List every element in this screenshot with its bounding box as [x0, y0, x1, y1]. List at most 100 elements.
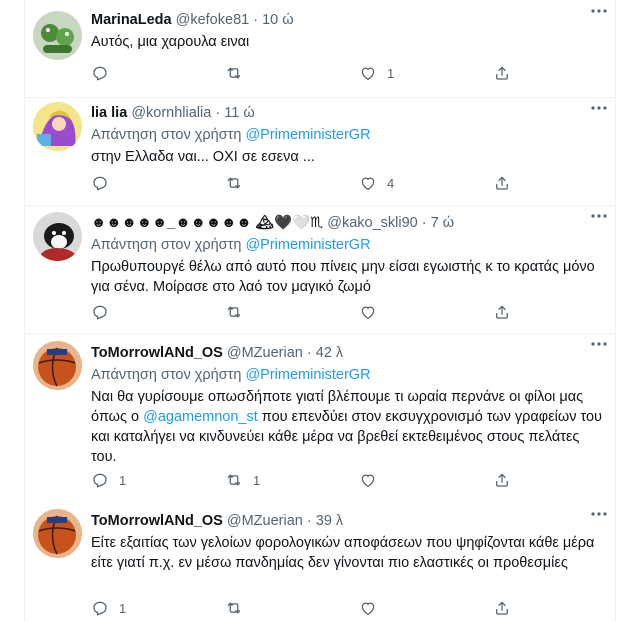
- like-button[interactable]: 1: [359, 62, 394, 84]
- like-button[interactable]: 4: [359, 172, 394, 194]
- tweet-text: Πρωθυπουργέ θέλω από αυτό που πίνεις μην…: [91, 259, 595, 295]
- tweet-header: ToMorrowlANd_OS @MZuerian · 42 λ: [91, 343, 603, 363]
- like-button[interactable]: [359, 301, 387, 323]
- display-name[interactable]: lia lia: [91, 105, 127, 121]
- share-icon: [496, 473, 508, 487]
- tweet-text: Είτε εξαιτίας των γελοίων φορολογικών απ…: [91, 535, 595, 571]
- tweet-header: ☻☻☻☻☻_☻☻☻☻☻ 🏔🖤🤍♏ @kako_skli90 · 7 ώ: [91, 213, 603, 233]
- share-button[interactable]: [493, 172, 511, 194]
- avatar[interactable]: [33, 509, 82, 558]
- more-icon[interactable]: [589, 4, 609, 18]
- share-button[interactable]: [493, 597, 511, 619]
- user-handle[interactable]: @kornhlialia: [131, 105, 211, 121]
- reply-prefix: Απάντηση στον χρήστη: [91, 367, 242, 383]
- share-icon: [496, 305, 508, 319]
- like-button[interactable]: [359, 597, 387, 619]
- tweet[interactable]: ToMorrowlANd_OS @MZuerian · 39 λ Είτε εξ…: [25, 503, 615, 621]
- user-handle[interactable]: @kako_skli90: [327, 215, 417, 231]
- retweet-icon: [227, 67, 241, 79]
- reply-icon: [93, 473, 107, 488]
- timestamp[interactable]: 7 ώ: [431, 215, 454, 231]
- like-count: 1: [387, 65, 395, 81]
- tweet-header: lia lia @kornhlialia · 11 ώ: [91, 103, 603, 123]
- share-button[interactable]: [493, 301, 511, 323]
- retweet-icon: [227, 474, 241, 486]
- reply-button[interactable]: 1: [91, 597, 126, 619]
- retweet-button[interactable]: [225, 301, 253, 323]
- like-icon: [361, 474, 375, 488]
- reply-mention-link[interactable]: @PrimeministerGR: [245, 127, 370, 143]
- tweet[interactable]: lia lia @kornhlialia · 11 ώ Απάντηση στο…: [25, 97, 615, 206]
- reply-icon: [93, 305, 107, 320]
- reply-mention-link[interactable]: @PrimeministerGR: [245, 367, 370, 383]
- avatar[interactable]: [33, 212, 82, 261]
- like-icon: [361, 306, 375, 320]
- reply-icon: [93, 176, 107, 191]
- timestamp[interactable]: 39 λ: [316, 513, 343, 529]
- avatar[interactable]: [33, 11, 82, 60]
- separator-dot: ·: [253, 12, 259, 28]
- reply-mention-link[interactable]: @PrimeministerGR: [245, 237, 370, 253]
- more-icon[interactable]: [589, 101, 609, 115]
- tweet[interactable]: MarinaLeda @kefoke81 · 10 ώ Αυτός, μια χ…: [25, 0, 615, 98]
- more-icon[interactable]: [589, 507, 609, 521]
- like-icon: [361, 602, 375, 616]
- timestamp[interactable]: 10 ώ: [262, 12, 293, 28]
- share-icon: [496, 176, 508, 190]
- tweet-header: MarinaLeda @kefoke81 · 10 ώ: [91, 10, 603, 30]
- like-button[interactable]: [359, 469, 387, 491]
- action-bar: 4: [91, 172, 521, 194]
- separator-dot: ·: [421, 215, 427, 231]
- retweet-button[interactable]: [225, 62, 253, 84]
- reply-icon: [93, 601, 107, 616]
- action-bar: 1: [91, 62, 521, 84]
- action-bar: 1: [91, 597, 521, 619]
- share-button[interactable]: [493, 62, 511, 84]
- user-handle[interactable]: @MZuerian: [227, 513, 303, 529]
- separator-dot: ·: [306, 345, 312, 361]
- reply-context: Απάντηση στον χρήστη @PrimeministerGR: [91, 125, 603, 145]
- retweet-button[interactable]: 1: [225, 469, 260, 491]
- reply-button[interactable]: [91, 301, 119, 323]
- share-button[interactable]: [493, 469, 511, 491]
- display-name[interactable]: ☻☻☻☻☻_☻☻☻☻☻ 🏔🖤🤍♏: [91, 215, 323, 231]
- display-name[interactable]: ToMorrowlANd_OS: [91, 345, 223, 361]
- mention-link[interactable]: @agamemnon_st: [143, 409, 258, 425]
- reply-icon: [93, 66, 107, 81]
- like-count: 4: [387, 175, 395, 191]
- tweet-header: ToMorrowlANd_OS @MZuerian · 39 λ: [91, 511, 603, 531]
- share-icon: [496, 601, 508, 615]
- timestamp[interactable]: 42 λ: [316, 345, 343, 361]
- reply-context: Απάντηση στον χρήστη @PrimeministerGR: [91, 365, 603, 385]
- retweet-button[interactable]: [225, 172, 253, 194]
- retweet-icon: [227, 177, 241, 189]
- reply-count: 1: [119, 600, 127, 616]
- reply-button[interactable]: [91, 172, 119, 194]
- tweet-text: Ναι θα γυρίσουμε οπωσδήποτε γιατί βλέπου…: [91, 387, 603, 467]
- reply-context: Απάντηση στον χρήστη @PrimeministerGR: [91, 235, 603, 255]
- avatar[interactable]: [33, 341, 82, 390]
- tweet-text: Αυτός, μια χαρουλα ειναι: [91, 34, 250, 50]
- tweet-text: στην Ελλαδα ναι... ΟΧΙ σε εσενα ...: [91, 149, 315, 165]
- tweet[interactable]: ToMorrowlANd_OS @MZuerian · 42 λ Απάντησ…: [25, 333, 615, 503]
- display-name[interactable]: MarinaLeda: [91, 12, 172, 28]
- action-bar: 1 1: [91, 469, 521, 491]
- retweet-button[interactable]: [225, 597, 253, 619]
- retweet-count: 1: [253, 472, 261, 488]
- reply-prefix: Απάντηση στον χρήστη: [91, 127, 242, 143]
- retweet-icon: [227, 602, 241, 614]
- reply-button[interactable]: [91, 62, 119, 84]
- timeline: MarinaLeda @kefoke81 · 10 ώ Αυτός, μια χ…: [24, 0, 616, 621]
- more-icon[interactable]: [589, 337, 609, 351]
- reply-button[interactable]: 1: [91, 469, 126, 491]
- action-bar: [91, 301, 521, 323]
- timestamp[interactable]: 11 ώ: [224, 105, 254, 121]
- more-icon[interactable]: [589, 209, 609, 223]
- display-name[interactable]: ToMorrowlANd_OS: [91, 513, 223, 529]
- like-icon: [361, 177, 375, 191]
- user-handle[interactable]: @kefoke81: [176, 12, 250, 28]
- tweet[interactable]: ☻☻☻☻☻_☻☻☻☻☻ 🏔🖤🤍♏ @kako_skli90 · 7 ώ Απάν…: [25, 205, 615, 334]
- separator-dot: ·: [306, 513, 312, 529]
- avatar[interactable]: [33, 102, 82, 151]
- user-handle[interactable]: @MZuerian: [227, 345, 303, 361]
